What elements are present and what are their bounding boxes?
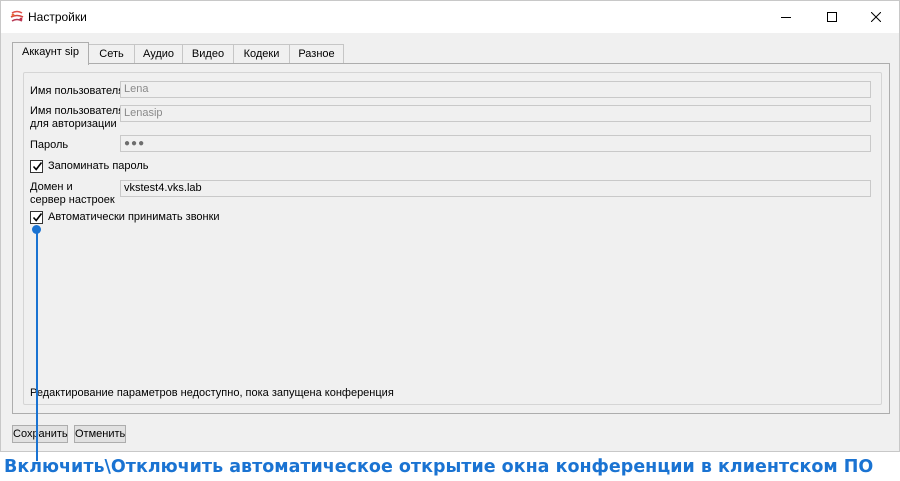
auth-username-field[interactable]: Lenasip <box>120 105 871 122</box>
username-label: Имя пользователя <box>30 85 125 97</box>
callout-line <box>36 229 38 461</box>
minimize-icon <box>781 17 791 18</box>
maximize-button[interactable] <box>809 1 855 33</box>
remember-password-label: Запоминать пароль <box>48 160 149 172</box>
tab-audio[interactable]: Аудио <box>134 44 183 64</box>
maximize-icon <box>827 12 837 22</box>
remember-password-checkbox[interactable] <box>30 160 43 173</box>
domain-field[interactable]: vkstest4.vks.lab <box>120 180 871 197</box>
tab-sip-account[interactable]: Аккаунт sip <box>12 42 89 65</box>
tab-video[interactable]: Видео <box>182 44 234 64</box>
domain-label-line2: сервер настроек <box>30 194 115 206</box>
title-bar[interactable]: Настройки <box>1 1 899 33</box>
tab-network[interactable]: Сеть <box>88 44 135 64</box>
annotation-caption: Включить\Отключить автоматическое открыт… <box>4 457 874 477</box>
username-field[interactable]: Lena <box>120 81 871 98</box>
tab-misc[interactable]: Разное <box>289 44 344 64</box>
window-title: Настройки <box>28 10 87 24</box>
settings-window: Настройки Аккаунт sip Сеть Аудио Видео К… <box>0 0 900 452</box>
password-label: Пароль <box>30 139 69 151</box>
auto-answer-label: Автоматически принимать звонки <box>48 211 220 223</box>
tab-codecs[interactable]: Кодеки <box>233 44 290 64</box>
auth-username-label-line1: Имя пользователя <box>30 105 125 117</box>
checkmark-icon <box>32 213 43 222</box>
close-icon <box>871 12 881 22</box>
password-mask: ●●● <box>124 138 146 149</box>
callout-marker <box>32 225 41 234</box>
auth-username-label-line2: для авторизации <box>30 118 117 130</box>
save-button[interactable]: Сохранить <box>12 425 68 443</box>
close-button[interactable] <box>853 1 899 33</box>
password-field[interactable]: ●●● <box>120 135 871 152</box>
domain-label-line1: Домен и <box>30 181 73 193</box>
minimize-button[interactable] <box>763 1 809 33</box>
checkmark-icon <box>32 162 43 171</box>
app-logo-icon <box>9 9 25 25</box>
cancel-button[interactable]: Отменить <box>74 425 126 443</box>
auto-answer-checkbox[interactable] <box>30 211 43 224</box>
status-message: Редактирование параметров недоступно, по… <box>30 387 394 399</box>
